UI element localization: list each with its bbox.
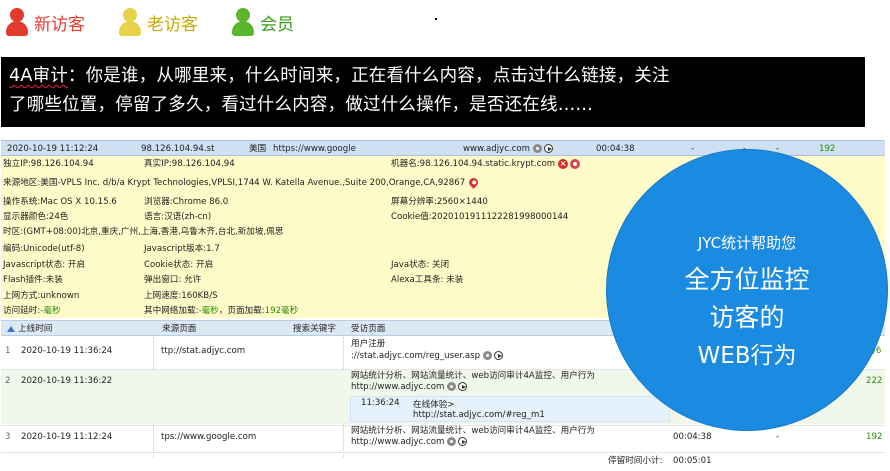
sub-url[interactable]: http://stat.adjyc.com/#reg_m1 <box>413 407 545 423</box>
row-time: 2020-10-19 11:36:24 <box>21 346 113 356</box>
col-keyword[interactable]: 搜索关键字 <box>293 321 336 337</box>
source-region: 来源地区:美国-VPLS Inc. d/b/a Krypt Technologi… <box>3 175 481 191</box>
stay-total-label: 停留时间小计: <box>608 456 663 466</box>
play-icon[interactable] <box>458 382 468 391</box>
sort-up-icon[interactable] <box>7 321 15 337</box>
row-duration: 00:04:38 <box>673 432 712 442</box>
encoding: 编码:Unicode(utf-8) <box>3 244 85 254</box>
js-version: Javascript版本:1.7 <box>144 244 220 254</box>
play-icon[interactable] <box>458 437 468 446</box>
session-time: 2020-10-19 11:12:24 <box>7 144 99 154</box>
promo-circle: JYC统计帮助您 全方位监控 访客的 WEB行为 <box>607 150 887 430</box>
legend-member-label: 会员 <box>260 14 294 35</box>
row-dash-1: - <box>776 432 780 442</box>
local-ip: 独立IP:98.126.104.94 <box>3 159 94 169</box>
legend-old-visitor: 老访客 <box>119 4 198 40</box>
row-time: 2020-10-19 11:36:22 <box>21 376 113 386</box>
stray-dot <box>435 18 437 20</box>
settings-icon[interactable] <box>533 144 543 153</box>
audit-banner: 4A审计：你是谁，从哪里来，什么时间来，正在看什么内容，点击过什么链接，关注 了… <box>1 57 865 127</box>
popup: 弹出窗口: 允许 <box>144 275 202 285</box>
legend-member: 会员 <box>232 4 294 40</box>
language: 语言:汉语(zh-cn) <box>144 212 212 222</box>
settings-icon[interactable] <box>483 351 493 360</box>
session-country: 美国 <box>249 144 267 154</box>
cookie-status: Cookie状态: 开启 <box>144 260 214 270</box>
stay-total-row: 停留时间小计: 00:05:01 <box>1 453 885 469</box>
settings-icon[interactable] <box>447 382 457 391</box>
sub-time: 11:36:24 <box>361 398 400 408</box>
banner-line-2: 了哪些位置，停留了多久，看过什么内容，做过什么操作，是否还在线…… <box>9 95 594 115</box>
promo-line-3: 访客的 <box>709 303 785 332</box>
row-page-url: ://stat.adjyc.com/reg_user.asp <box>351 348 504 364</box>
color-depth: 显示器颜色:24色 <box>3 212 69 222</box>
col-visited-page[interactable]: 受访页面 <box>351 321 385 337</box>
row-time: 2020-10-19 11:12:24 <box>21 432 113 442</box>
play-icon[interactable] <box>544 144 554 153</box>
settings-icon[interactable] <box>447 437 457 446</box>
session-count: 192 <box>819 144 836 154</box>
promo-line-1: JYC统计帮助您 <box>697 234 797 252</box>
load-time: 其中网络加载:-毫秒，页面加载:192毫秒 <box>144 306 299 316</box>
visit-delay: 访问延时:-毫秒 <box>3 306 61 316</box>
os: 操作系统:Mac OS X 10.15.6 <box>3 197 117 207</box>
row-page-url: http://www.adjyc.com <box>351 434 468 450</box>
resolution: 屏幕分辨率:2560×1440 <box>391 197 488 207</box>
col-login-time[interactable]: 上线时间 <box>18 321 52 337</box>
legend-old-label: 老访客 <box>147 14 198 35</box>
legend-new-label: 新访客 <box>34 14 85 35</box>
machine-name: 机器名:98.126.104.94.static.krypt.com × <box>391 156 581 172</box>
session-site: www.adjyc.com <box>463 141 554 157</box>
banner-line-1: 4A审计：你是谁，从哪里来，什么时间来，正在看什么内容，点击过什么链接，关注 <box>9 66 670 86</box>
session-ip: 98.126.104.94.st <box>141 144 215 154</box>
red-settings-icon[interactable] <box>570 158 581 169</box>
browser: 浏览器:Chrome 86.0 <box>144 197 229 207</box>
alexa: Alexa工具条: 未装 <box>391 275 464 285</box>
sub-visit-row[interactable]: 11:36:24 在线体验> http://stat.adjyc.com/#re… <box>350 396 670 422</box>
user-new-icon <box>6 7 28 37</box>
js-status: Javascript状态: 开启 <box>3 260 86 270</box>
row-page-url: http://www.adjyc.com <box>351 379 468 395</box>
net-type: 上网方式:unknown <box>3 291 80 301</box>
row-index: 1 <box>5 346 11 356</box>
promo-line-2: 全方位监控 <box>684 265 810 294</box>
flash: Flash插件:未装 <box>3 275 63 285</box>
stay-total-value: 00:05:01 <box>673 456 712 466</box>
legend-new-visitor: 新访客 <box>6 4 85 40</box>
row-source[interactable]: ttp://stat.adjyc.com <box>161 343 245 359</box>
session-referrer[interactable]: https://www.google <box>273 141 356 157</box>
play-icon[interactable] <box>494 351 504 360</box>
net-speed: 上网速度:160KB/S <box>144 291 218 301</box>
session-dash-1: - <box>691 144 695 154</box>
banner-title: 4A审计 <box>9 66 68 86</box>
timezone: 时区:(GMT+08:00)北京,重庆,广州,上海,香港,乌鲁木齐,台北,新加坡… <box>3 227 284 237</box>
row-index: 2 <box>5 376 11 386</box>
row-right-value: 192 <box>866 432 883 442</box>
real-ip: 真实IP:98.126.104.94 <box>144 159 235 169</box>
user-member-icon <box>232 7 254 37</box>
user-old-icon <box>119 7 141 37</box>
row-right-value: 222 <box>866 376 883 386</box>
session-duration: 00:04:38 <box>596 144 635 154</box>
map-pin-icon[interactable] <box>467 176 481 189</box>
cookie-value: Cookie值:20201019111222819980001​44 <box>391 212 569 222</box>
col-source-page[interactable]: 来源页面 <box>162 321 196 337</box>
row-index: 3 <box>5 432 11 442</box>
java-status: Java状态: 关闭 <box>391 260 450 270</box>
row-source[interactable]: tps://www.google.com <box>161 429 256 445</box>
close-icon[interactable]: × <box>558 158 569 169</box>
promo-line-4: WEB行为 <box>697 343 797 369</box>
